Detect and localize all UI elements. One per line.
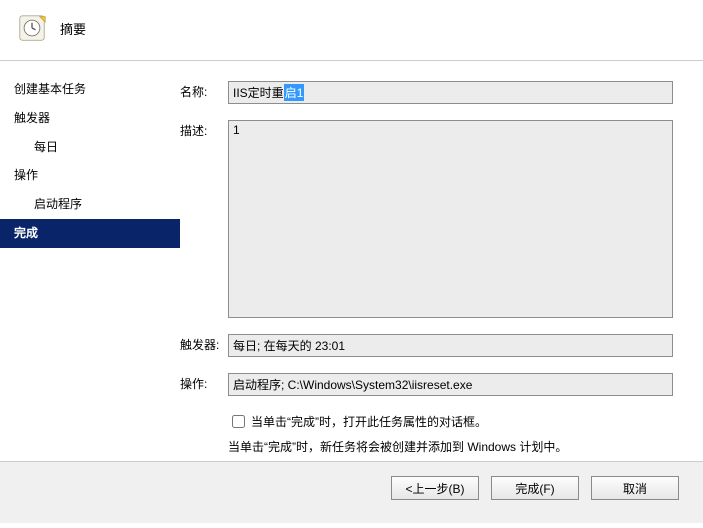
- open-properties-checkbox[interactable]: [232, 415, 245, 428]
- clock-icon: [18, 14, 46, 42]
- wizard-body: 创建基本任务触发器每日操作启动程序完成 名称: IIS定时重启1 描述: 1 触…: [0, 61, 703, 461]
- wizard-header: 摘要: [0, 0, 703, 61]
- open-properties-label: 当单击“完成”时，打开此任务属性的对话框。: [251, 413, 487, 430]
- wizard-step[interactable]: 操作: [0, 161, 180, 190]
- description-field: 1: [228, 120, 673, 318]
- back-button[interactable]: <上一步(B): [391, 476, 479, 500]
- wizard-title: 摘要: [60, 19, 86, 38]
- wizard-steps-sidebar: 创建基本任务触发器每日操作启动程序完成: [0, 61, 180, 461]
- wizard-step[interactable]: 完成: [0, 219, 180, 248]
- name-value-prefix: IIS定时重: [233, 84, 284, 101]
- finish-button[interactable]: 完成(F): [491, 476, 579, 500]
- wizard-step[interactable]: 创建基本任务: [0, 75, 180, 104]
- name-label: 名称:: [180, 81, 228, 100]
- wizard-step[interactable]: 启动程序: [0, 190, 180, 219]
- wizard-step[interactable]: 触发器: [0, 104, 180, 133]
- wizard-step[interactable]: 每日: [0, 133, 180, 162]
- name-value-selected: 启1: [284, 84, 305, 101]
- name-field: IIS定时重启1: [228, 81, 673, 104]
- description-label: 描述:: [180, 120, 228, 139]
- action-field: 启动程序; C:\Windows\System32\iisreset.exe: [228, 373, 673, 396]
- wizard-footer: <上一步(B) 完成(F) 取消: [0, 461, 703, 523]
- completion-note: 当单击“完成”时，新任务将会被创建并添加到 Windows 计划中。: [228, 437, 673, 459]
- trigger-label: 触发器:: [180, 334, 228, 353]
- trigger-field: 每日; 在每天的 23:01: [228, 334, 673, 357]
- action-label: 操作:: [180, 373, 228, 392]
- wizard-main-panel: 名称: IIS定时重启1 描述: 1 触发器: 每日; 在每天的 23:01 操…: [180, 61, 703, 461]
- cancel-button[interactable]: 取消: [591, 476, 679, 500]
